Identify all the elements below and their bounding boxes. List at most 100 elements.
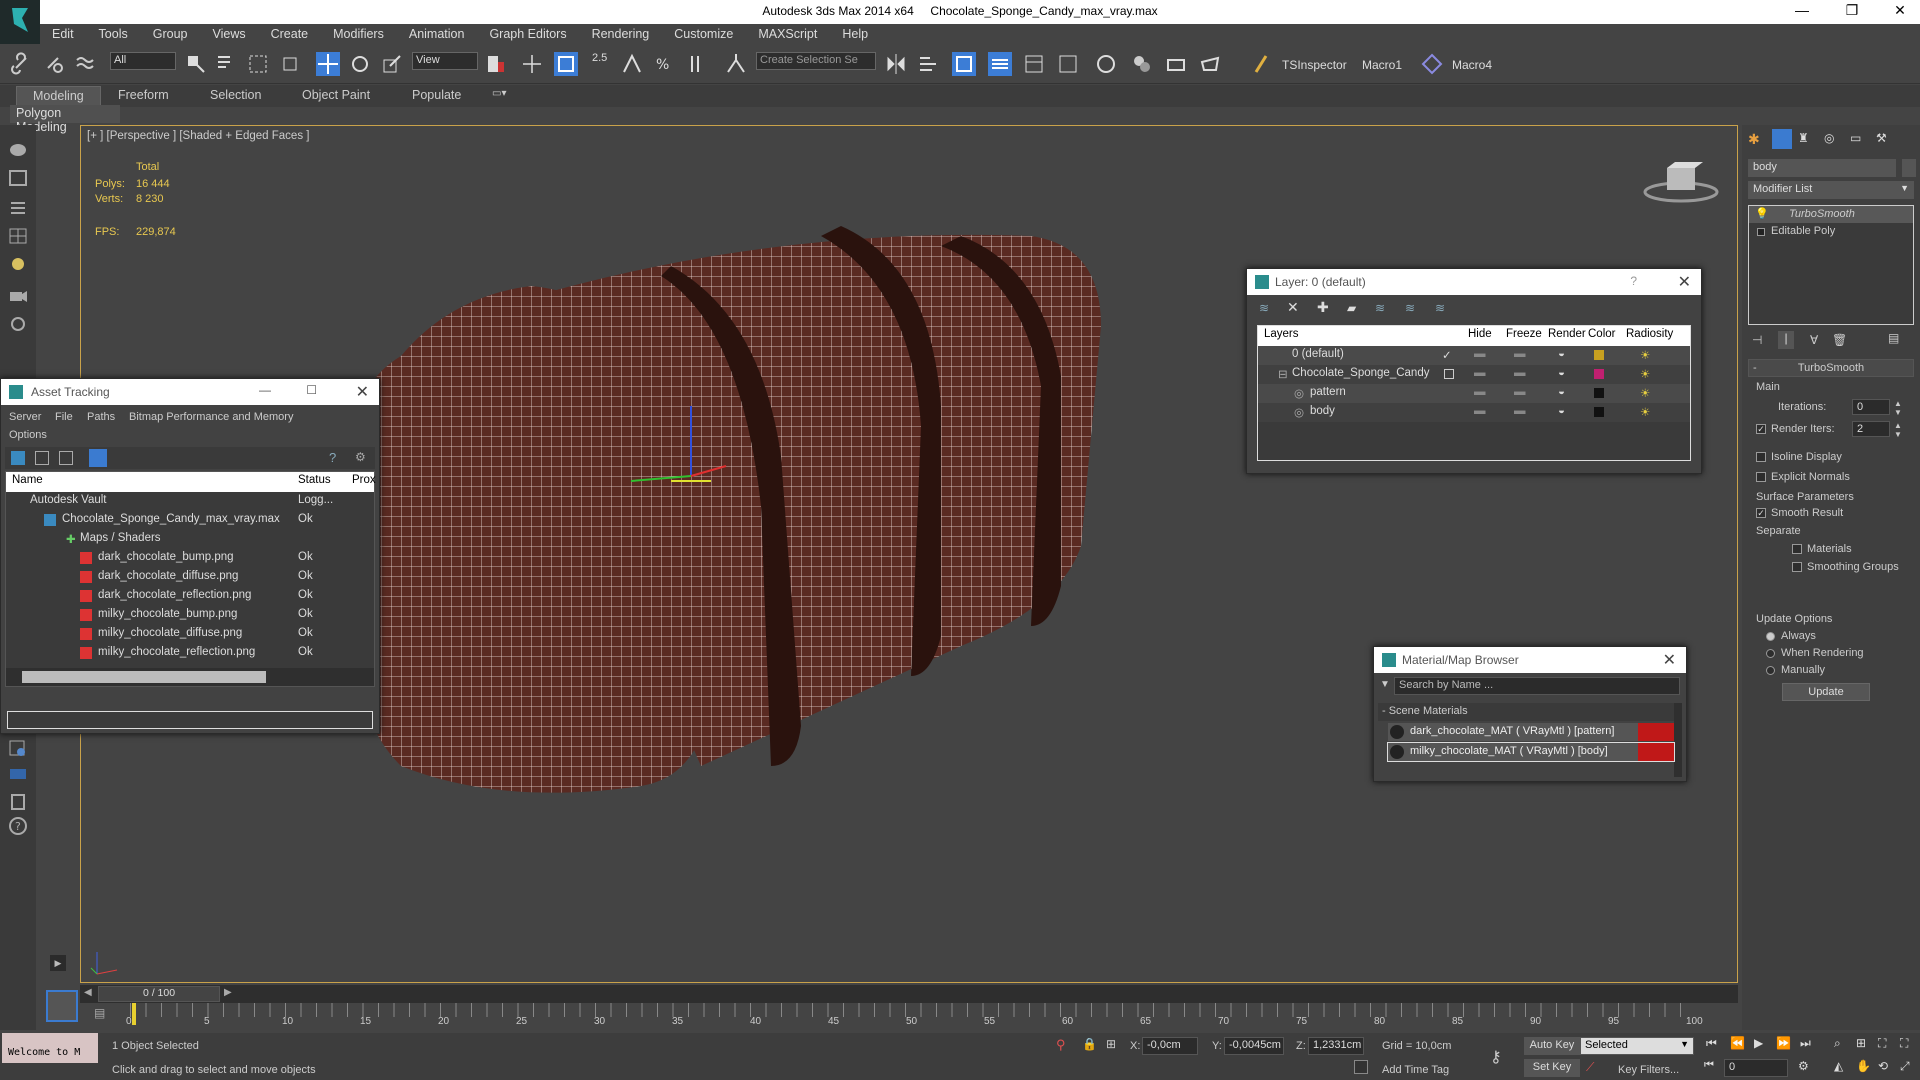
layer-color-swatch[interactable]: [1594, 388, 1604, 398]
menu-tools[interactable]: Tools: [87, 24, 141, 41]
asset-tracking-titlebar[interactable]: Asset Tracking — ☐ ✕: [1, 379, 379, 405]
zoom-icon[interactable]: ⌕: [1834, 1036, 1841, 1051]
freeze-all-layers-icon[interactable]: ≋: [1435, 301, 1445, 315]
pan-icon[interactable]: ✋: [1856, 1059, 1871, 1073]
edit-named-selection-icon[interactable]: [724, 52, 748, 76]
render-setup-icon[interactable]: [1164, 52, 1188, 76]
help-icon[interactable]: ?: [6, 815, 30, 837]
set-key-button[interactable]: Set Key: [1524, 1059, 1580, 1077]
close-icon[interactable]: ✕: [1678, 272, 1691, 292]
isolate-selection-icon[interactable]: ⚲: [1056, 1037, 1066, 1053]
macro4-icon[interactable]: [1420, 52, 1444, 76]
viewcube-icon[interactable]: [1641, 156, 1721, 206]
menu-group[interactable]: Group: [141, 24, 201, 41]
highlight-layer-icon[interactable]: ≋: [1375, 301, 1385, 315]
list-view-icon[interactable]: [35, 451, 49, 465]
chocolate-candy-model[interactable]: [341, 206, 1261, 846]
y-coordinate-field[interactable]: -0,0045cm: [1224, 1037, 1284, 1055]
column-hide[interactable]: Hide: [1468, 328, 1492, 340]
hide-toggle[interactable]: ▬: [1474, 367, 1486, 379]
material-editor-icon[interactable]: [1130, 52, 1154, 76]
radiosity-icon[interactable]: ☀: [1640, 405, 1650, 419]
vertical-scrollbar[interactable]: [1674, 703, 1682, 777]
isoline-display-checkbox[interactable]: Isoline Display: [1756, 451, 1842, 463]
light-bulb-icon[interactable]: 💡: [1755, 207, 1769, 220]
layer-color-swatch[interactable]: [1594, 369, 1604, 379]
layer-row[interactable]: ⊟ Chocolate_Sponge_Candy ▬ ▬ ◒ ☀: [1258, 365, 1690, 384]
table-row[interactable]: milky_chocolate_diffuse.png Ok: [6, 625, 374, 644]
next-frame-icon[interactable]: ⏩: [1776, 1036, 1791, 1050]
material-browser-titlebar[interactable]: Material/Map Browser ✕: [1374, 647, 1686, 673]
table-row[interactable]: dark_chocolate_reflection.png Ok: [6, 587, 374, 606]
play-icon[interactable]: ▶: [1754, 1036, 1763, 1050]
maximize-icon[interactable]: ☐: [306, 383, 317, 397]
menu-paths[interactable]: Paths: [87, 411, 115, 423]
field-of-view-icon[interactable]: ◭: [1834, 1059, 1843, 1073]
menu-options[interactable]: Options: [9, 429, 47, 441]
previous-frame-icon[interactable]: ⏪: [1730, 1036, 1745, 1050]
render-teapot-icon[interactable]: ◒: [1558, 348, 1565, 360]
window-crossing-icon[interactable]: [278, 52, 302, 76]
move-icon[interactable]: [316, 52, 340, 76]
select-manipulate-icon[interactable]: [520, 52, 544, 76]
hide-toggle[interactable]: ▬: [1474, 348, 1486, 360]
grid-view-icon[interactable]: [89, 449, 107, 467]
rect-selection-icon[interactable]: [246, 52, 270, 76]
column-status[interactable]: Status: [298, 474, 331, 486]
prev-frame-icon[interactable]: ◀: [84, 987, 92, 998]
active-layer-checkbox[interactable]: [1444, 369, 1454, 379]
column-layers[interactable]: Layers: [1264, 328, 1299, 340]
bind-space-warp-icon[interactable]: [74, 52, 98, 76]
auto-key-button[interactable]: Auto Key: [1524, 1037, 1580, 1055]
column-proxy[interactable]: Prox: [352, 474, 376, 486]
menu-graph-editors[interactable]: Graph Editors: [477, 24, 579, 41]
freeze-toggle[interactable]: ▬: [1514, 348, 1526, 360]
zoom-extents-all-icon[interactable]: ⛶: [1900, 1036, 1908, 1051]
goto-end-icon[interactable]: ⏭: [1800, 1036, 1811, 1051]
tab-modeling[interactable]: Modeling: [16, 86, 101, 106]
scrollbar-thumb[interactable]: [22, 671, 266, 683]
explicit-normals-checkbox[interactable]: Explicit Normals: [1756, 471, 1850, 483]
graphite-ribbon-icon[interactable]: [1022, 52, 1046, 76]
viewport-thumbnail[interactable]: [46, 990, 78, 1022]
remove-modifier-icon[interactable]: 🗑: [1832, 333, 1847, 347]
select-layer-icon[interactable]: ▰: [1347, 301, 1356, 315]
expand-arrow-icon[interactable]: ▶: [50, 955, 66, 971]
minimize-icon[interactable]: —: [1784, 2, 1820, 22]
close-icon[interactable]: ✕: [1663, 650, 1676, 670]
layer-row[interactable]: 0 (default) ✓ ▬ ▬ ◒ ☀: [1258, 346, 1690, 365]
curve-editor-icon[interactable]: [1056, 52, 1080, 76]
horizontal-scrollbar[interactable]: [6, 668, 374, 686]
goto-start-icon[interactable]: ⏮: [1706, 1036, 1717, 1051]
when-rendering-radio[interactable]: When Rendering: [1766, 647, 1864, 659]
spinner-snap-icon[interactable]: [686, 52, 710, 76]
table-row[interactable]: Autodesk Vault Logg...: [6, 492, 374, 511]
modifier-list-dropdown[interactable]: Modifier List ▼: [1748, 181, 1914, 199]
layer-manager-icon[interactable]: [988, 52, 1012, 76]
scene-materials-group[interactable]: - Scene Materials: [1378, 703, 1674, 721]
material-item[interactable]: dark_chocolate_MAT ( VRayMtl ) [pattern]: [1388, 723, 1674, 741]
maximize-viewport-icon[interactable]: ⤢: [1900, 1059, 1910, 1074]
selection-filter-dropdown[interactable]: All: [110, 52, 176, 70]
menu-help[interactable]: Help: [830, 24, 881, 41]
render-iters-checkbox[interactable]: Render Iters:: [1756, 423, 1835, 435]
collapse-icon[interactable]: ⊟: [1278, 367, 1288, 381]
angle-snap-icon[interactable]: [620, 52, 644, 76]
tsinspector-icon[interactable]: [1250, 52, 1274, 76]
menu-animation[interactable]: Animation: [397, 24, 478, 41]
camera-icon[interactable]: [6, 285, 30, 307]
particles-icon[interactable]: [6, 737, 30, 759]
x-coordinate-field[interactable]: -0,0cm: [1142, 1037, 1198, 1055]
add-time-tag-button[interactable]: Add Time Tag: [1382, 1064, 1449, 1076]
render-teapot-icon[interactable]: ◒: [1558, 367, 1565, 379]
materials-checkbox[interactable]: Materials: [1792, 543, 1852, 555]
always-radio[interactable]: Always: [1766, 630, 1816, 642]
object-name-field[interactable]: body: [1748, 159, 1896, 177]
tsinspector-label[interactable]: TSInspector: [1282, 58, 1347, 72]
tab-object-paint[interactable]: Object Paint: [302, 88, 370, 102]
hide-toggle[interactable]: ▬: [1474, 386, 1486, 398]
timeline-ruler[interactable]: 0 5 10 15 20 25 30 35 40 45 50 55 60 65 70 75 80 85 90 95 10…: [126, 1003, 1740, 1033]
material-item[interactable]: milky_chocolate_MAT ( VRayMtl ) [body]: [1387, 742, 1675, 762]
light-bulb-icon[interactable]: [6, 255, 30, 277]
render-iters-spinner[interactable]: 2: [1852, 421, 1890, 437]
